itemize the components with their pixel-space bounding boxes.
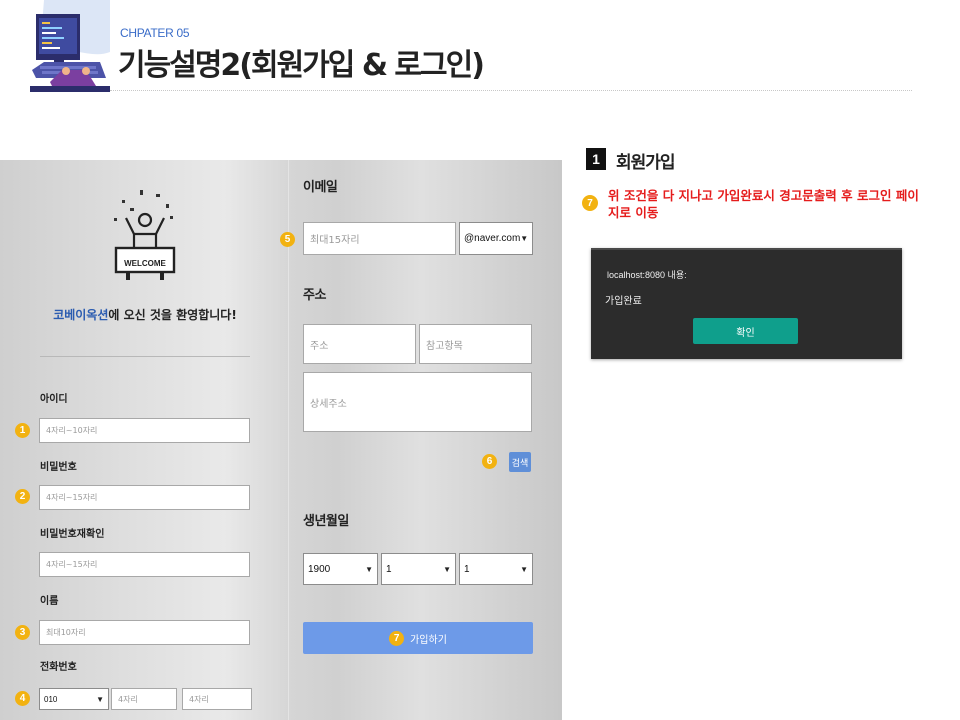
section-title: 회원가입 <box>616 153 676 173</box>
password-confirm-label: 비밀번호재확인 <box>40 529 105 540</box>
phone-label: 전화번호 <box>40 662 77 673</box>
join-button[interactable]: 7 가입하기 <box>303 622 533 654</box>
email-label: 이메일 <box>303 180 338 195</box>
welcome-celebration-icon <box>114 190 176 280</box>
header-divider <box>110 90 912 91</box>
alert-ok-button[interactable]: 확인 <box>693 318 798 344</box>
phone-middle-input[interactable]: 4자리 <box>111 688 177 710</box>
id-input[interactable]: 4자리~10자리 <box>39 418 250 443</box>
chevron-down-icon: ▼ <box>365 564 373 574</box>
step-badge-2: 2 <box>15 489 30 504</box>
birth-day-select[interactable]: 1 ▼ <box>459 553 533 585</box>
chevron-down-icon: ▼ <box>520 234 529 243</box>
slide-title: 기능설명2(회원가입 & 로그인) <box>118 48 485 83</box>
id-label: 아이디 <box>40 394 68 405</box>
birth-month-value: 1 <box>386 563 392 575</box>
address-input[interactable]: 주소 <box>303 324 416 364</box>
alert-title: localhost:8080 내용: <box>607 270 687 280</box>
step-badge-6: 6 <box>482 454 497 469</box>
welcome-separator <box>40 356 250 357</box>
step-badge-4: 4 <box>15 691 30 706</box>
phone-prefix-select[interactable]: 010 ▼ <box>39 688 109 710</box>
step-badge-7: 7 <box>389 630 405 646</box>
computer-user-illustration-icon <box>30 0 110 92</box>
chevron-down-icon: ▼ <box>520 564 528 574</box>
email-input[interactable]: 최대15자리 <box>303 222 456 255</box>
address-search-button[interactable]: 검색 <box>509 452 531 472</box>
brand-name: 코베이옥션 <box>53 308 109 322</box>
password-input[interactable]: 4자리~15자리 <box>39 485 250 510</box>
step-badge-1: 1 <box>15 423 30 438</box>
welcome-message: 코베이옥션에 오신 것을 환영합니다! <box>0 306 290 323</box>
phone-last-input[interactable]: 4자리 <box>182 688 252 710</box>
welcome-badge-text: WELCOME <box>124 259 166 268</box>
birth-day-value: 1 <box>464 563 470 575</box>
birth-label: 생년월일 <box>303 514 349 529</box>
password-confirm-input[interactable]: 4자리~15자리 <box>39 552 250 577</box>
note-text: 위 조건을 다 지나고 가입완료시 경고문출력 후 로그인 페이지로 이동 <box>608 188 919 220</box>
welcome-message-rest: 에 오신 것을 환영합니다! <box>108 308 237 322</box>
join-button-label: 가입하기 <box>410 634 447 646</box>
step-badge-3: 3 <box>15 625 30 640</box>
address-label: 주소 <box>303 288 326 303</box>
birth-month-select[interactable]: 1 ▼ <box>381 553 456 585</box>
chapter-label: CHPATER 05 <box>120 26 190 40</box>
birth-year-select[interactable]: 1900 ▼ <box>303 553 378 585</box>
step-badge-5: 5 <box>280 232 295 247</box>
name-input[interactable]: 최대10자리 <box>39 620 250 645</box>
chevron-down-icon: ▼ <box>96 694 104 704</box>
chevron-down-icon: ▼ <box>443 564 451 574</box>
password-label: 비밀번호 <box>40 462 77 473</box>
section-number: 1 <box>586 148 606 170</box>
note-badge: 7 <box>582 195 598 211</box>
email-domain-select[interactable]: @naver.com ▼ <box>459 222 533 255</box>
email-domain-value: @naver.com <box>464 233 521 244</box>
address-detail-input[interactable]: 상세주소 <box>303 372 532 432</box>
alert-dialog: localhost:8080 내용: 가입완료 확인 <box>591 248 902 359</box>
signup-form-screenshot: WELCOME 코베이옥션에 오신 것을 환영합니다! 아이디 1 4자리~10… <box>0 160 562 720</box>
phone-prefix-value: 010 <box>44 694 58 704</box>
birth-year-value: 1900 <box>308 563 331 575</box>
name-label: 이름 <box>40 596 59 607</box>
alert-message: 가입완료 <box>605 296 642 307</box>
address-extra-input[interactable]: 참고항목 <box>419 324 532 364</box>
